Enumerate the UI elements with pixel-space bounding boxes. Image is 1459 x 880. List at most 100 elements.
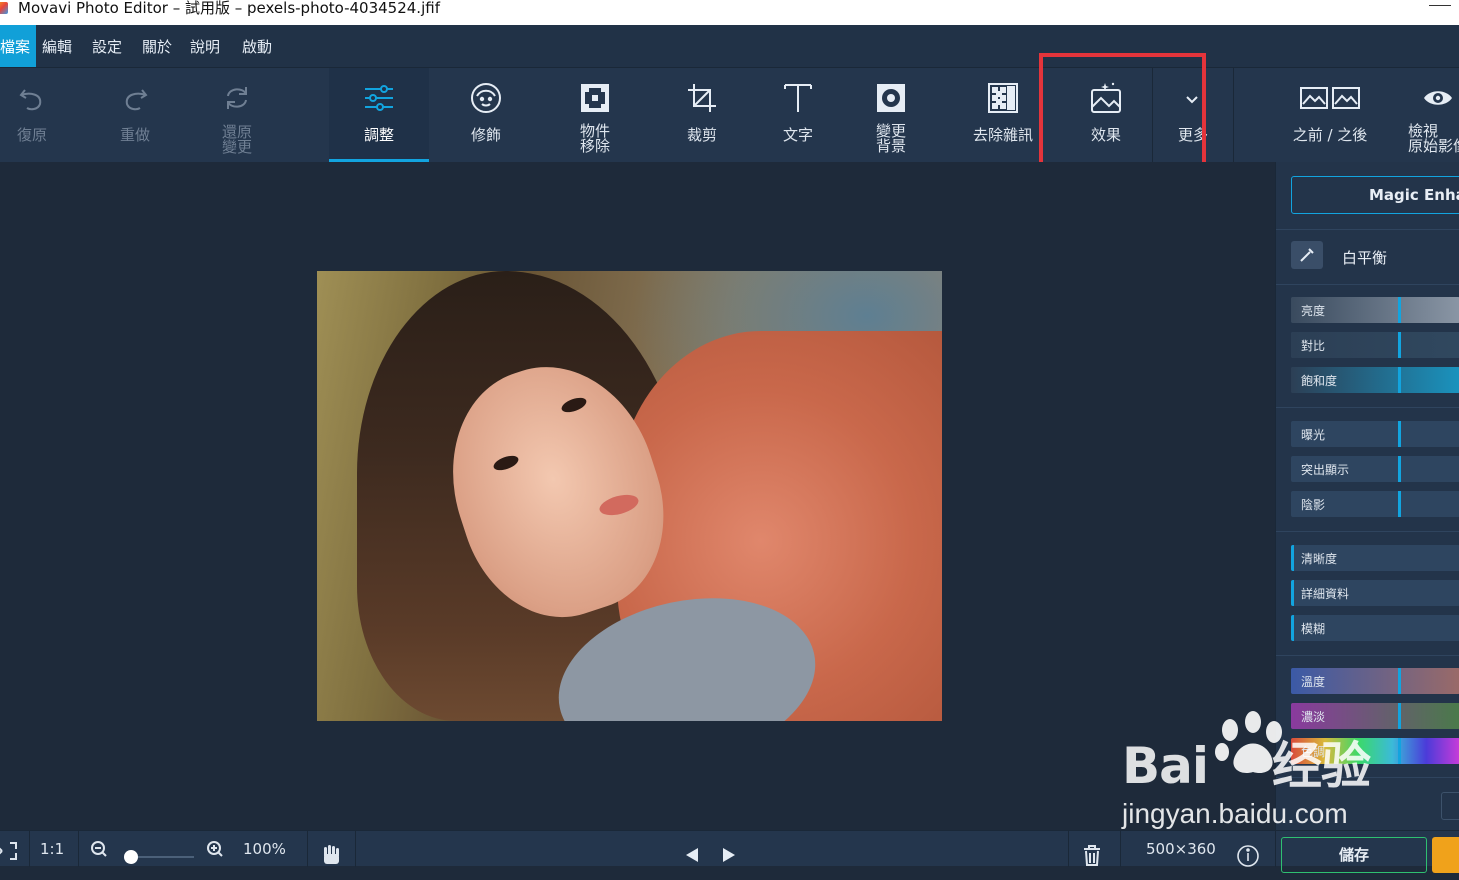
next-image-icon[interactable] xyxy=(722,831,738,867)
fullscreen-icon[interactable] xyxy=(0,831,20,867)
slider-label: 清晰度 xyxy=(1301,552,1338,566)
window-title: Movavi Photo Editor – 試用版 – pexels-photo… xyxy=(18,0,440,17)
sliders-icon xyxy=(361,80,397,116)
crop-label: 裁剪 xyxy=(686,126,717,144)
slider-exposure[interactable]: 曝光 xyxy=(1291,421,1459,447)
statusbar-divider xyxy=(1068,831,1069,867)
toolbar-divider xyxy=(1233,68,1234,162)
slider-label: 陰影 xyxy=(1301,498,1326,512)
white-balance-label: 白平衡 xyxy=(1342,249,1388,267)
face-icon xyxy=(468,80,504,116)
object-removal-label: 物件 移除 xyxy=(579,122,610,155)
slider-label: 模糊 xyxy=(1301,622,1326,636)
slider-temperature[interactable]: 溫度 xyxy=(1291,668,1459,694)
zoom-out-icon[interactable] xyxy=(90,831,108,867)
change-background-label: 變更 背景 xyxy=(875,122,906,155)
toolbar: 復原 重做 還原 變更 調整 修飾 物件 移除 裁剪 文字 變更 背景 去除雜訊… xyxy=(0,67,1459,162)
buy-button[interactable] xyxy=(1432,837,1459,873)
minimize-icon[interactable] xyxy=(1429,0,1451,6)
slider-hue[interactable]: 色調 xyxy=(1291,738,1459,764)
denoise-icon xyxy=(985,80,1021,116)
slider-label: 濃淡 xyxy=(1301,710,1326,724)
magic-enhance-button[interactable]: Magic Enhance xyxy=(1291,176,1459,214)
panel-divider xyxy=(1276,284,1459,285)
tab-retouch[interactable]: 修飾 xyxy=(436,68,536,162)
slider-label: 飽和度 xyxy=(1301,374,1338,388)
eyedropper-button[interactable] xyxy=(1291,241,1323,269)
revert-icon xyxy=(219,80,255,116)
slider-saturation[interactable]: 飽和度 xyxy=(1291,367,1459,393)
before-after-label: 之前 / 之後 xyxy=(1292,126,1368,144)
slider-label: 亮度 xyxy=(1301,304,1326,318)
tab-denoise[interactable]: 去除雜訊 xyxy=(953,68,1053,162)
statusbar-divider xyxy=(78,831,79,867)
menu-settings[interactable]: 設定 xyxy=(92,25,122,67)
highlight-annotation xyxy=(1039,53,1206,179)
object-removal-icon xyxy=(577,80,613,116)
info-icon[interactable] xyxy=(1236,831,1260,867)
panel-divider xyxy=(1276,407,1459,408)
photo[interactable] xyxy=(317,271,942,721)
redo-button[interactable]: 重做 xyxy=(103,68,167,162)
adjust-label: 調整 xyxy=(363,126,394,144)
before-after-icon xyxy=(1299,80,1361,116)
slider-contrast[interactable]: 對比 xyxy=(1291,332,1459,358)
panel-divider xyxy=(1276,229,1459,230)
image-dimensions: 500×360 xyxy=(1146,840,1216,858)
tab-change-background[interactable]: 變更 背景 xyxy=(841,68,941,162)
tab-crop[interactable]: 裁剪 xyxy=(652,68,752,162)
slider-shadows[interactable]: 陰影 xyxy=(1291,491,1459,517)
undo-label: 復原 xyxy=(16,126,47,144)
menu-bar: 檔案 編輯 設定 關於 說明 啟動 xyxy=(0,25,1459,67)
previous-image-icon[interactable] xyxy=(683,831,699,867)
slider-blur[interactable]: 模糊 xyxy=(1291,615,1459,641)
adjust-panel: Magic Enhance 白平衡 亮度 對比 飽和度 曝光 突出顯示 陰影 清… xyxy=(1275,162,1459,830)
zoom-slider-handle[interactable] xyxy=(124,850,138,864)
tab-text[interactable]: 文字 xyxy=(748,68,848,162)
fit-actual-size-button[interactable]: 1:1 xyxy=(40,831,64,867)
menu-help[interactable]: 說明 xyxy=(190,25,220,67)
zoom-level: 100% xyxy=(243,840,286,858)
before-after-button[interactable]: 之前 / 之後 xyxy=(1280,68,1380,162)
menu-activate[interactable]: 啟動 xyxy=(242,25,272,67)
title-bar: Movavi Photo Editor – 試用版 – pexels-photo… xyxy=(0,0,1459,25)
text-label: 文字 xyxy=(782,126,813,144)
slider-tint[interactable]: 濃淡 xyxy=(1291,703,1459,729)
panel-divider xyxy=(1276,655,1459,656)
menu-about[interactable]: 關於 xyxy=(142,25,172,67)
redo-icon xyxy=(117,80,153,116)
revert-button[interactable]: 還原 變更 xyxy=(205,68,269,162)
background-icon xyxy=(873,80,909,116)
slider-label: 色調 xyxy=(1301,745,1326,759)
slider-brightness[interactable]: 亮度 xyxy=(1291,297,1459,323)
undo-button[interactable]: 復原 xyxy=(0,68,64,162)
statusbar-divider xyxy=(1275,831,1276,867)
zoom-in-icon[interactable] xyxy=(206,831,224,867)
eyedropper-icon xyxy=(1300,248,1314,262)
tab-object-removal[interactable]: 物件 移除 xyxy=(545,68,645,162)
menu-file[interactable]: 檔案 xyxy=(0,25,37,67)
tab-adjust[interactable]: 調整 xyxy=(329,68,429,162)
trash-icon[interactable] xyxy=(1082,831,1102,867)
hand-tool-icon[interactable] xyxy=(320,831,342,867)
slider-label: 突出顯示 xyxy=(1301,463,1350,477)
slider-details[interactable]: 詳細資料 xyxy=(1291,580,1459,606)
view-original-label: 檢視 原始影像 xyxy=(1408,122,1459,155)
slider-label: 曝光 xyxy=(1301,428,1326,442)
undo-icon xyxy=(14,80,50,116)
slider-clarity[interactable]: 清晰度 xyxy=(1291,545,1459,571)
app-logo-icon xyxy=(0,2,8,14)
save-button[interactable]: 儲存 xyxy=(1281,837,1427,873)
text-icon xyxy=(780,80,816,116)
reset-button[interactable] xyxy=(1441,792,1459,820)
denoise-label: 去除雜訊 xyxy=(972,126,1033,144)
slider-highlights[interactable]: 突出顯示 xyxy=(1291,456,1459,482)
image-canvas[interactable] xyxy=(0,162,1275,830)
retouch-label: 修飾 xyxy=(470,126,501,144)
view-original-button[interactable]: 檢視 原始影像 xyxy=(1398,68,1459,162)
panel-divider xyxy=(1276,531,1459,532)
slider-label: 溫度 xyxy=(1301,675,1326,689)
revert-label: 還原 變更 xyxy=(221,123,252,156)
menu-edit[interactable]: 編輯 xyxy=(42,25,72,67)
statusbar-divider xyxy=(29,831,30,867)
